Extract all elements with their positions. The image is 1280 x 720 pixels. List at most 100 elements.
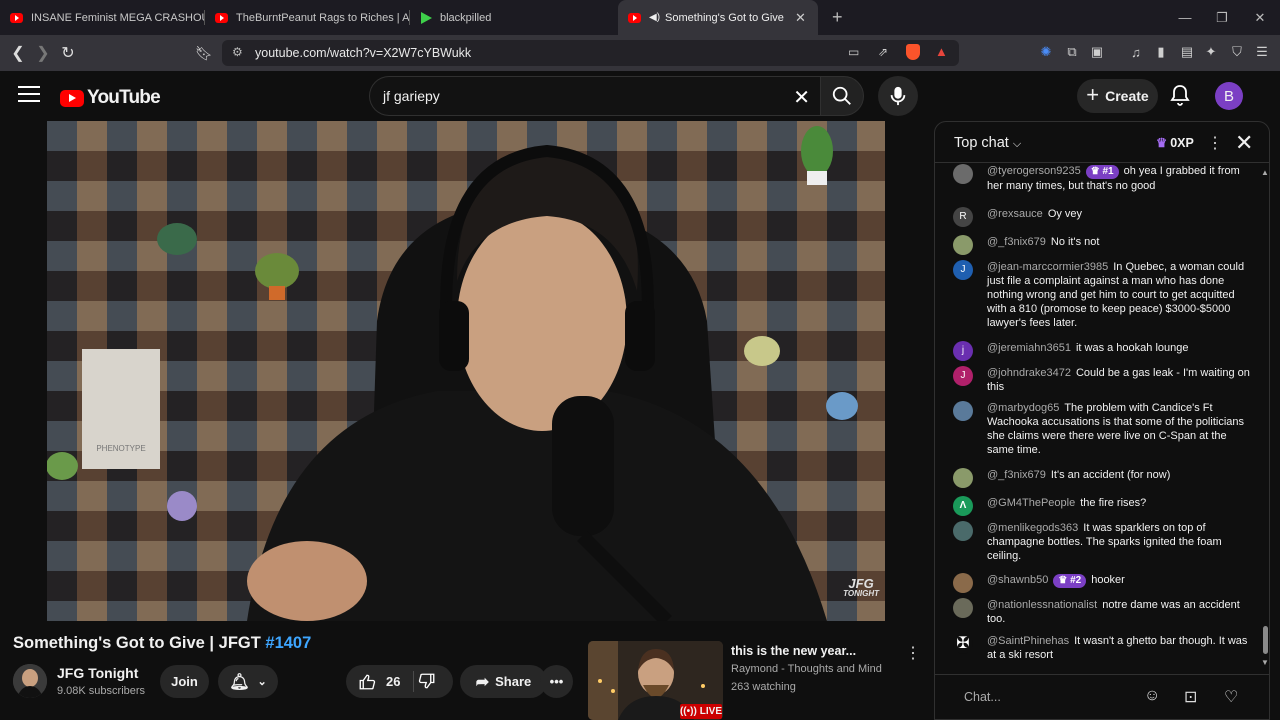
new-tab-icon[interactable]: + (832, 7, 843, 28)
site-settings-icon[interactable]: ⚙ (232, 45, 243, 59)
chat-author[interactable]: @tyerogerson9235 (987, 165, 1081, 177)
channel-name[interactable]: JFG Tonight (57, 665, 138, 681)
speaker-icon[interactable]: ◀) (649, 12, 660, 23)
emoji-icon[interactable]: ☺ (1144, 687, 1160, 705)
join-button[interactable]: Join (160, 665, 209, 698)
brave-rewards-icon[interactable]: ▲ (935, 44, 948, 59)
chat-message: @menlikegods363 It was sparklers on top o… (953, 521, 1253, 563)
chat-avatar[interactable] (953, 164, 973, 184)
scroll-up-icon[interactable]: ▲ (1261, 168, 1269, 177)
leo-ai-icon[interactable]: ✦ (1203, 44, 1219, 60)
chat-author[interactable]: @SaintPhinehas (987, 635, 1069, 647)
chat-avatar[interactable]: J (953, 260, 973, 280)
voice-search-button[interactable] (878, 76, 918, 116)
search-input[interactable]: jf gariepy ✕ (369, 76, 820, 116)
screenshot-icon[interactable]: ▣ (1089, 44, 1105, 60)
youtube-icon (628, 12, 641, 23)
chat-author[interactable]: @_f3nix679 (987, 469, 1046, 481)
browser-tab[interactable]: INSANE Feminist MEGA CRASHOUT (0, 0, 205, 35)
extension-icon[interactable]: ✺ (1038, 44, 1054, 60)
chat-author[interactable]: @_f3nix679 (987, 236, 1046, 248)
window-close-icon[interactable]: ✕ (1240, 0, 1280, 35)
browser-tab[interactable]: TheBurntPeanut Rags to Riches | ARC (205, 0, 410, 35)
chat-author[interactable]: @menlikegods363 (987, 522, 1078, 534)
chat-avatar[interactable] (953, 468, 973, 488)
more-vertical-icon[interactable]: ⋮ (905, 643, 921, 663)
hamburger-menu-icon[interactable] (18, 86, 40, 106)
video-hashtag[interactable]: #1407 (265, 634, 311, 652)
account-avatar[interactable]: B (1215, 82, 1243, 110)
chat-author[interactable]: @johndrake3472 (987, 367, 1071, 379)
reload-icon[interactable]: ↻ (55, 35, 81, 71)
rumble-icon (420, 11, 432, 24)
youtube-logo[interactable]: YouTube (60, 87, 161, 109)
chat-placeholder: Chat... (964, 690, 1001, 704)
chat-avatar[interactable] (953, 598, 973, 618)
chat-mode-label: Top chat (954, 135, 1009, 151)
tab-title: TheBurntPeanut Rags to Riches | ARC (236, 11, 410, 24)
notifications-icon[interactable] (1168, 83, 1192, 107)
share-page-icon[interactable]: ⇗ (878, 45, 888, 59)
chat-message: @shawnb50 ♛ #2 hooker (953, 573, 1253, 593)
clear-search-icon[interactable]: ✕ (793, 85, 810, 110)
wallet-icon[interactable]: ▤ (1179, 44, 1195, 60)
chat-more-icon[interactable]: ⋮ (1207, 133, 1223, 153)
chat-mode-dropdown[interactable]: Top chat ⌵ (954, 135, 1021, 151)
chat-avatar[interactable]: R (953, 207, 973, 227)
create-button[interactable]: + Create (1077, 79, 1158, 113)
close-tab-icon[interactable]: ✕ (795, 10, 806, 26)
subscribe-notification-button[interactable]: 🔔︎ ⌄ (218, 665, 278, 698)
chat-author[interactable]: @marbydog65 (987, 402, 1059, 414)
cast-icon[interactable]: ▭ (848, 45, 859, 59)
scrollbar-thumb[interactable] (1263, 626, 1268, 654)
join-label: Join (171, 674, 198, 689)
scroll-down-icon[interactable]: ▼ (1261, 658, 1269, 667)
rank-badge-text: #1 (1102, 166, 1114, 177)
channel-avatar[interactable] (13, 664, 47, 698)
chat-avatar[interactable] (953, 521, 973, 541)
chat-avatar[interactable] (953, 235, 973, 255)
more-actions-button[interactable]: ••• (540, 665, 573, 698)
chat-author[interactable]: @jean-marccormier3985 (987, 261, 1108, 273)
heart-icon[interactable]: ♡ (1224, 687, 1238, 707)
extensions-icon[interactable]: ⧉ (1064, 44, 1080, 60)
media-icon[interactable]: ♫ (1128, 44, 1144, 60)
xp-badge[interactable]: ♛ 0XP (1156, 135, 1194, 150)
chat-avatar[interactable] (953, 573, 973, 593)
share-button[interactable]: ➦ Share (460, 665, 547, 698)
chat-avatar[interactable] (953, 401, 973, 421)
chat-author[interactable]: @nationlessnationalist (987, 599, 1097, 611)
browser-tab[interactable]: blackpilled (410, 0, 615, 35)
browser-tab-active[interactable]: ◀) Something's Got to Give | JFG ✕ (618, 0, 818, 35)
bookmark-icon[interactable]: 🔖︎ (191, 35, 217, 71)
video-player[interactable]: PHENOTYPE JFG TONIGHT (47, 121, 885, 621)
super-chat-icon[interactable]: ⊡ (1184, 687, 1197, 707)
up-next-title[interactable]: this is the new year... (731, 644, 856, 658)
search-button[interactable] (820, 76, 864, 116)
up-next-channel[interactable]: Raymond - Thoughts and Mind (731, 663, 882, 675)
chat-avatar[interactable]: ✠ (953, 634, 973, 654)
vpn-icon[interactable]: ⛉ (1229, 44, 1245, 60)
chat-avatar[interactable]: J (953, 366, 973, 386)
chat-author[interactable]: @GM4ThePeople (987, 497, 1075, 509)
chat-scrollbar[interactable]: ▲ ▼ (1261, 168, 1269, 668)
chat-avatar[interactable]: Λ (953, 496, 973, 516)
address-bar[interactable]: ⚙ youtube.com/watch?v=X2W7cYBWukk ▭ ⇗ ▲ (222, 40, 959, 66)
chat-author[interactable]: @shawnb50 (987, 574, 1048, 586)
like-dislike-group: 26 (346, 665, 453, 698)
minimize-icon[interactable]: — (1165, 0, 1205, 35)
maximize-icon[interactable]: ❐ (1202, 0, 1242, 35)
browser-toolbar: ❮ ❯ ↻ 🔖︎ ⚙ youtube.com/watch?v=X2W7cYBWu… (0, 35, 1280, 71)
chat-input[interactable]: Chat... (951, 684, 1201, 712)
sidebar-icon[interactable]: ▮ (1153, 44, 1169, 60)
close-chat-icon[interactable]: ✕ (1235, 130, 1253, 156)
forward-icon[interactable]: ❯ (30, 35, 56, 71)
dislike-icon[interactable] (418, 672, 436, 690)
chat-author[interactable]: @rexsauce (987, 208, 1043, 220)
chat-author[interactable]: @jeremiahn3651 (987, 342, 1071, 354)
back-icon[interactable]: ❮ (5, 35, 31, 71)
like-icon[interactable] (358, 673, 376, 691)
chat-avatar[interactable]: j (953, 341, 973, 361)
brave-shield-icon[interactable] (906, 44, 920, 60)
menu-icon[interactable]: ☰ (1254, 44, 1270, 60)
